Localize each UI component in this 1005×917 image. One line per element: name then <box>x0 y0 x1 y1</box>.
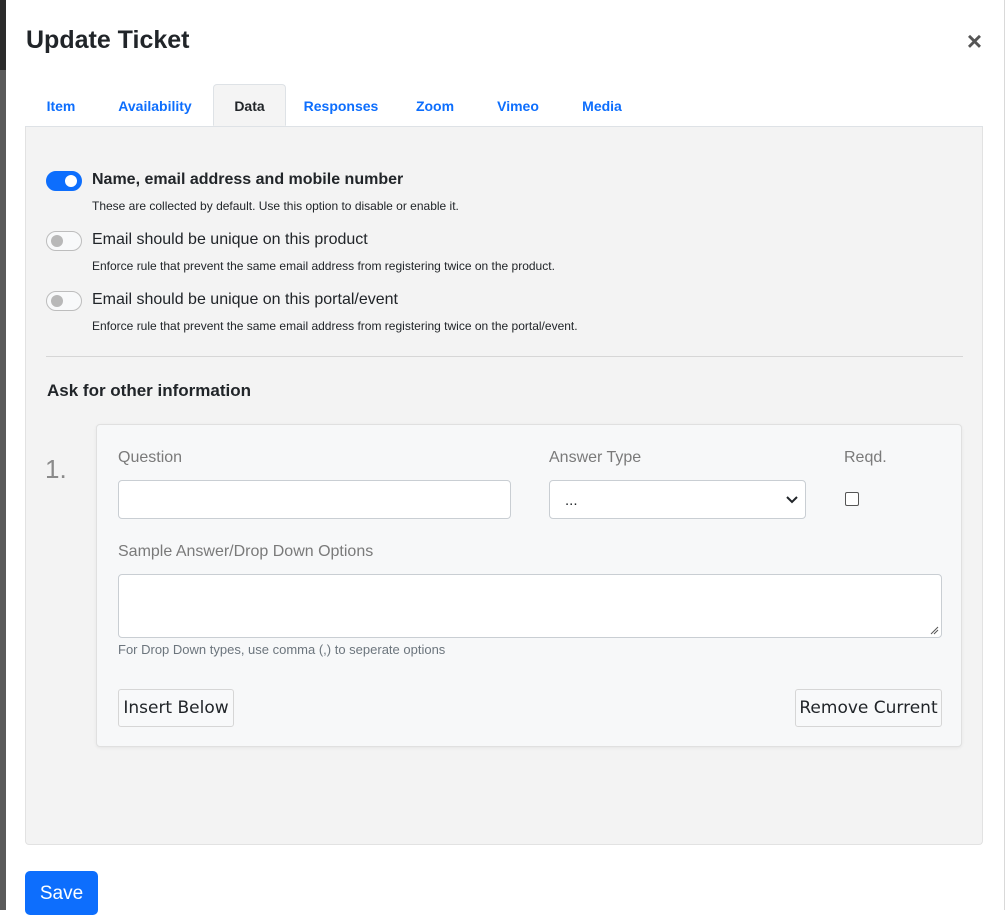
tab-item[interactable]: Item <box>25 84 97 126</box>
answer-type-value: ... <box>565 492 578 509</box>
unique-email-portal-title: Email should be unique on this portal/ev… <box>92 291 398 308</box>
sample-answer-textarea[interactable] <box>118 574 942 638</box>
unique-email-product-toggle[interactable] <box>46 231 82 251</box>
tab-zoom[interactable]: Zoom <box>405 84 465 126</box>
answer-type-label: Answer Type <box>549 449 642 466</box>
section-divider <box>46 356 963 357</box>
tab-data[interactable]: Data <box>213 84 286 126</box>
update-ticket-modal: Update Ticket × Item Availability Data R… <box>6 0 1005 915</box>
sample-answer-help: For Drop Down types, use comma (,) to se… <box>118 642 446 657</box>
resize-grip-icon[interactable] <box>929 625 939 635</box>
tab-bar: Item Availability Data Responses Zoom Vi… <box>25 84 983 127</box>
unique-email-portal-toggle[interactable] <box>46 291 82 311</box>
toggle-knob <box>65 175 77 187</box>
other-info-heading: Ask for other information <box>47 381 252 400</box>
required-checkbox[interactable] <box>845 492 859 506</box>
chevron-down-icon <box>786 496 798 504</box>
question-number: 1. <box>45 454 67 484</box>
unique-email-product-title: Email should be unique on this product <box>92 231 368 248</box>
sample-answer-label: Sample Answer/Drop Down Options <box>118 543 374 560</box>
modal-title: Update Ticket <box>26 26 190 54</box>
close-icon[interactable]: × <box>967 28 982 54</box>
data-tab-panel: Name, email address and mobile number Th… <box>25 127 983 845</box>
collect-contact-description: These are collected by default. Use this… <box>92 199 459 213</box>
unique-email-product-description: Enforce rule that prevent the same email… <box>92 259 555 273</box>
required-label: Reqd. <box>844 449 887 466</box>
question-label: Question <box>118 449 183 466</box>
remove-current-button[interactable]: Remove Current <box>795 689 942 727</box>
tab-availability[interactable]: Availability <box>107 84 203 126</box>
toggle-knob <box>51 295 63 307</box>
answer-type-select[interactable]: ... <box>549 480 806 519</box>
tab-responses[interactable]: Responses <box>297 84 385 126</box>
unique-email-portal-description: Enforce rule that prevent the same email… <box>92 319 578 333</box>
save-button[interactable]: Save <box>25 871 98 915</box>
question-card: Question Answer Type ... Reqd. Sample An… <box>96 424 962 747</box>
tab-vimeo[interactable]: Vimeo <box>487 84 549 126</box>
collect-contact-toggle[interactable] <box>46 171 82 191</box>
question-input[interactable] <box>118 480 511 519</box>
tab-media[interactable]: Media <box>571 84 633 126</box>
toggle-knob <box>51 235 63 247</box>
insert-below-button[interactable]: Insert Below <box>118 689 234 727</box>
collect-contact-title: Name, email address and mobile number <box>92 171 404 188</box>
